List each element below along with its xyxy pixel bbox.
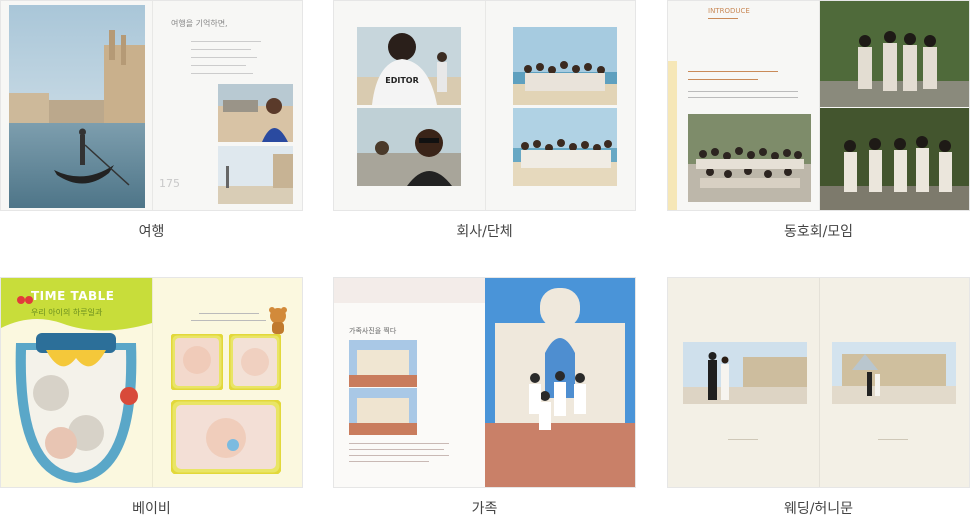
- family-castle-photo: [485, 278, 635, 487]
- baby-thumbnail[interactable]: TIME TABLE 우리 아이의 하루일과: [0, 277, 303, 488]
- baby-photo-3: [171, 400, 281, 474]
- family-photo-small-2: [349, 388, 417, 435]
- category-card-company[interactable]: EDITOR 회사/단체: [333, 0, 636, 240]
- baby-photo-2: [229, 334, 281, 390]
- club-heading: INTRODUCE: [708, 7, 750, 15]
- family-thumbnail[interactable]: 가족사진을 찍다: [333, 277, 636, 488]
- bear-icon: [269, 307, 287, 334]
- wedding-photo-2: [832, 342, 956, 404]
- category-card-wedding[interactable]: 웨딩/허니문: [667, 277, 970, 517]
- company-thumbnail[interactable]: EDITOR: [333, 0, 636, 211]
- category-label: 베이비: [132, 501, 171, 517]
- shirt-text: EDITOR: [385, 76, 419, 85]
- travel-square-photo: [218, 146, 293, 204]
- wedding-thumbnail[interactable]: [667, 277, 970, 488]
- travel-girl-photo: [218, 84, 293, 142]
- wedding-photo-1: [683, 342, 807, 404]
- category-label: 동호회/모임: [783, 224, 854, 240]
- category-label: 회사/단체: [456, 224, 513, 240]
- category-label: 여행: [138, 224, 165, 240]
- category-label: 웨딩/허니문: [783, 501, 854, 517]
- venice-photo: [9, 5, 145, 208]
- category-card-family[interactable]: 가족사진을 찍다 가족: [333, 277, 636, 517]
- category-card-travel[interactable]: 여행을 기억하면, 175 여행: [0, 0, 303, 240]
- beach-group-photo-1: [513, 27, 617, 105]
- travel-heading: 여행을 기억하면,: [171, 19, 228, 28]
- stamp-decoration: 175: [159, 177, 180, 190]
- travel-thumbnail[interactable]: 여행을 기억하면, 175: [0, 0, 303, 211]
- club-photo-top: [820, 1, 969, 107]
- editor-shirt-photo: EDITOR: [357, 27, 461, 105]
- beach-group-photo-2: [513, 108, 617, 186]
- family-photo-small-1: [349, 340, 417, 387]
- club-photo-bottom: [820, 108, 969, 210]
- baby-subtitle: 우리 아이의 하루일과: [31, 308, 103, 317]
- sunglasses-girl-photo: [357, 108, 461, 186]
- baby-title: TIME TABLE: [31, 289, 115, 303]
- club-thumbnail[interactable]: INTRODUCE: [667, 0, 970, 211]
- family-heading: 가족사진을 찍다: [349, 327, 397, 335]
- category-card-club[interactable]: INTRODUCE 동호회/모임: [667, 0, 970, 240]
- club-group-photo: [688, 114, 811, 202]
- baby-photo-1: [171, 334, 223, 390]
- category-label: 가족: [471, 501, 498, 517]
- category-card-baby[interactable]: TIME TABLE 우리 아이의 하루일과 베이비: [0, 277, 303, 517]
